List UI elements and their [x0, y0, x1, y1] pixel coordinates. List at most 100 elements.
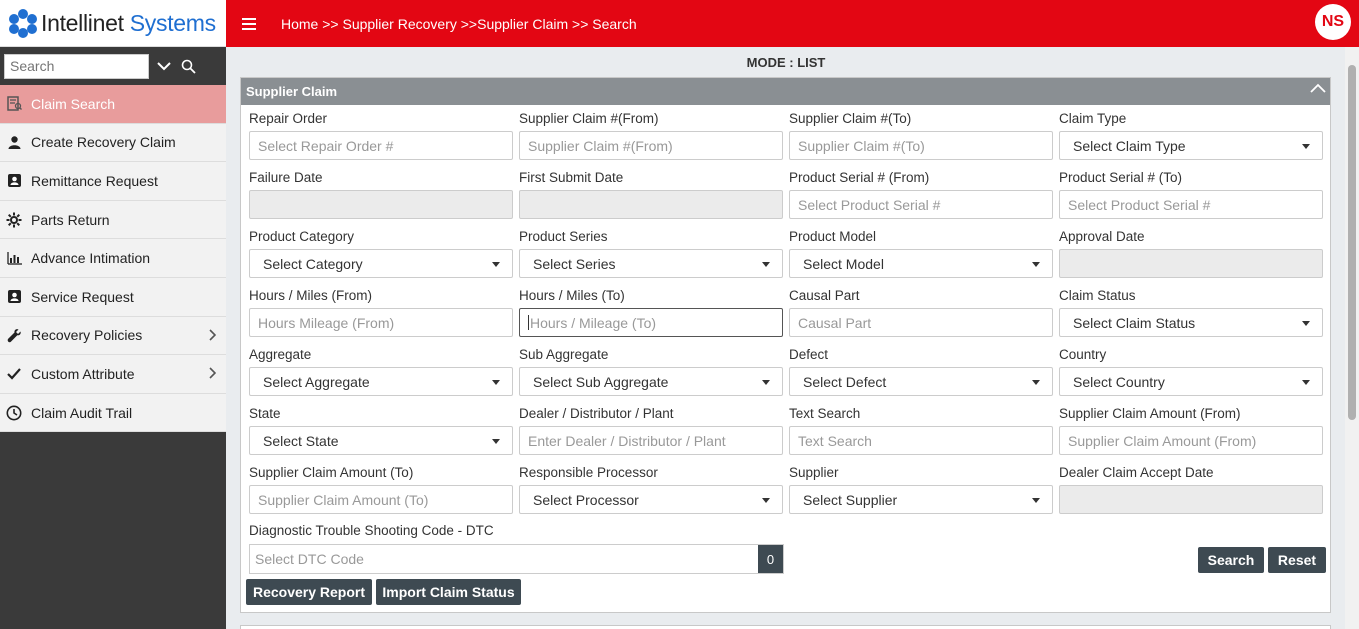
repair-order-placeholder: Select Repair Order #	[258, 137, 394, 154]
claim-type-select[interactable]: Select Claim Type	[1059, 131, 1323, 160]
chevron-right-icon	[209, 367, 216, 379]
claim-status-select[interactable]: Select Claim Status	[1059, 308, 1323, 337]
sidebar-item-label: Advance Intimation	[31, 250, 151, 267]
avatar[interactable]: NS	[1315, 4, 1351, 40]
defect-selected-value: Select Defect	[803, 373, 887, 390]
state-select[interactable]: Select State	[249, 426, 513, 455]
approval-date-label: Approval Date	[1059, 229, 1145, 244]
hamburger-menu-icon[interactable]	[242, 17, 256, 30]
hours-miles-to-label: Hours / Miles (To)	[519, 288, 625, 303]
product-category-select[interactable]: Select Category	[249, 249, 513, 278]
sub-aggregate-select[interactable]: Select Sub Aggregate	[519, 367, 783, 396]
dtc-input[interactable]: Select DTC Code	[250, 545, 758, 573]
supplier-claim-to-label: Supplier Claim #(To)	[789, 111, 912, 126]
claim-type-label: Claim Type	[1059, 111, 1127, 126]
hours-miles-from-field[interactable]: Hours Mileage (From)	[249, 308, 513, 337]
sidebar-item-label: Claim Search	[31, 95, 116, 112]
supplier-claim-to-field[interactable]: Supplier Claim #(To)	[789, 131, 1053, 160]
user-group-icon	[6, 134, 22, 150]
dropdown-caret-icon	[762, 262, 770, 267]
supplier-selected-value: Select Supplier	[803, 491, 898, 508]
clock-icon	[6, 405, 22, 421]
page-scrollbar[interactable]	[1345, 47, 1359, 629]
failure-date-label: Failure Date	[249, 170, 323, 185]
dropdown-caret-icon	[492, 262, 500, 267]
sidebar-item-recovery-policies[interactable]: Recovery Policies	[0, 316, 226, 356]
claim-status-selected-value: Select Claim Status	[1073, 314, 1196, 331]
dropdown-caret-icon	[1032, 380, 1040, 385]
sidebar-item-label: Remittance Request	[31, 172, 158, 189]
sidebar-item-parts-return[interactable]: Parts Return	[0, 200, 226, 240]
mode-indicator: MODE : LIST	[746, 55, 826, 70]
responsible-processor-label: Responsible Processor	[519, 465, 658, 480]
supplier-claim-amount-to-placeholder: Supplier Claim Amount (To)	[258, 491, 429, 508]
product-serial-from-field[interactable]: Select Product Serial #	[789, 190, 1053, 219]
sidebar-item-advance-intimation[interactable]: Advance Intimation	[0, 239, 226, 278]
text-search-label: Text Search	[789, 406, 861, 421]
sidebar-item-claim-search[interactable]: Claim Search	[0, 85, 226, 124]
state-label: State	[249, 406, 281, 421]
dealer-distributor-plant-placeholder: Enter Dealer / Distributor / Plant	[528, 432, 726, 449]
supplier-claim-panel: Supplier Claim Repair Order Select Repair…	[240, 77, 1331, 613]
sidebar-item-remittance-request[interactable]: Remittance Request	[0, 162, 226, 201]
sidebar-item-create-recovery-claim[interactable]: Create Recovery Claim	[0, 123, 226, 163]
hours-miles-from-placeholder: Hours Mileage (From)	[258, 314, 395, 331]
supplier-claim-to-placeholder: Supplier Claim #(To)	[798, 137, 925, 154]
product-model-selected-value: Select Model	[803, 255, 884, 272]
text-search-field[interactable]: Text Search	[789, 426, 1053, 455]
main-content: MODE : LIST Supplier Claim Repair Order S…	[226, 47, 1359, 629]
contact-card-icon	[6, 289, 22, 305]
repair-order-field[interactable]: Select Repair Order #	[249, 131, 513, 160]
search-button[interactable]: Search	[1198, 547, 1264, 573]
causal-part-field[interactable]: Causal Part	[789, 308, 1053, 337]
state-selected-value: Select State	[263, 432, 339, 449]
product-category-selected-value: Select Category	[263, 255, 363, 272]
dealer-distributor-plant-field[interactable]: Enter Dealer / Distributor / Plant	[519, 426, 783, 455]
sidebar-item-custom-attribute[interactable]: Custom Attribute	[0, 355, 226, 394]
text-search-placeholder: Text Search	[798, 432, 872, 449]
sidebar-item-label: Parts Return	[31, 211, 110, 228]
sidebar-item-label: Service Request	[31, 288, 134, 305]
product-model-select[interactable]: Select Model	[789, 249, 1053, 278]
search-icon[interactable]	[181, 59, 196, 74]
collapse-chevron-icon[interactable]	[1310, 83, 1326, 93]
hours-miles-to-field[interactable]: Hours / Mileage (To)	[519, 308, 783, 337]
first-submit-date-label: First Submit Date	[519, 170, 624, 185]
defect-label: Defect	[789, 347, 829, 362]
dtc-code-field[interactable]: Select DTC Code 0	[249, 544, 784, 574]
product-series-label: Product Series	[519, 229, 608, 244]
dropdown-caret-icon	[762, 498, 770, 503]
logo[interactable]: Intellinet Systems	[0, 0, 226, 47]
reset-button[interactable]: Reset	[1268, 547, 1326, 573]
import-claim-status-button[interactable]: Import Claim Status	[376, 579, 521, 605]
dropdown-caret-icon	[1302, 380, 1310, 385]
sub-aggregate-selected-value: Select Sub Aggregate	[533, 373, 669, 390]
scrollbar-thumb[interactable]	[1348, 65, 1356, 420]
supplier-claim-amount-from-field[interactable]: Supplier Claim Amount (From)	[1059, 426, 1323, 455]
responsible-processor-select[interactable]: Select Processor	[519, 485, 783, 514]
supplier-claim-from-placeholder: Supplier Claim #(From)	[528, 137, 673, 154]
supplier-claim-from-field[interactable]: Supplier Claim #(From)	[519, 131, 783, 160]
aggregate-select[interactable]: Select Aggregate	[249, 367, 513, 396]
sidebar-item-service-request[interactable]: Service Request	[0, 277, 226, 317]
hours-miles-to-placeholder: Hours / Mileage (To)	[530, 314, 657, 331]
product-series-selected-value: Select Series	[533, 255, 616, 272]
defect-select[interactable]: Select Defect	[789, 367, 1053, 396]
supplier-claim-amount-to-field[interactable]: Supplier Claim Amount (To)	[249, 485, 513, 514]
product-serial-to-field[interactable]: Select Product Serial #	[1059, 190, 1323, 219]
sidebar-search-input[interactable]	[4, 53, 149, 79]
sidebar-item-claim-audit-trail[interactable]: Claim Audit Trail	[0, 393, 226, 433]
country-select[interactable]: Select Country	[1059, 367, 1323, 396]
supplier-select[interactable]: Select Supplier	[789, 485, 1053, 514]
sidebar-search	[0, 47, 226, 85]
failure-date-field	[249, 190, 513, 219]
supplier-claim-amount-from-placeholder: Supplier Claim Amount (From)	[1068, 432, 1257, 449]
recovery-report-button[interactable]: Recovery Report	[246, 579, 372, 605]
dealer-claim-accept-date-label: Dealer Claim Accept Date	[1059, 465, 1214, 480]
product-series-select[interactable]: Select Series	[519, 249, 783, 278]
bar-chart-icon	[6, 250, 22, 266]
chevron-down-icon[interactable]	[157, 61, 171, 71]
panel-title: Supplier Claim	[246, 84, 338, 99]
country-selected-value: Select Country	[1073, 373, 1165, 390]
repair-order-label: Repair Order	[249, 111, 328, 126]
